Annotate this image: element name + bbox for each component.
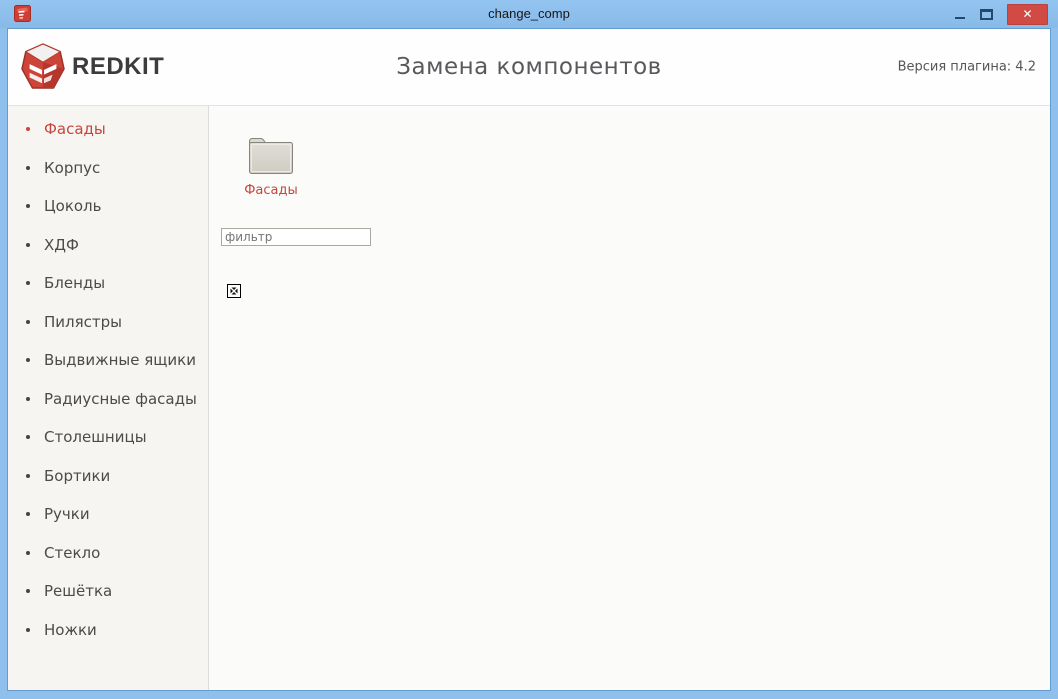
category-sidebar: Фасады Корпус Цоколь ХДФ Бленды Пилястры… bbox=[8, 106, 209, 690]
maximize-icon bbox=[980, 9, 993, 20]
window-title: change_comp bbox=[0, 0, 1058, 28]
sidebar-item-blendy[interactable]: Бленды bbox=[8, 264, 208, 303]
maximize-button[interactable] bbox=[973, 3, 999, 25]
sidebar-item-bortiki[interactable]: Бортики bbox=[8, 457, 208, 496]
bullet-icon bbox=[26, 358, 30, 362]
sidebar-item-fasady[interactable]: Фасады bbox=[8, 110, 208, 149]
bullet-icon bbox=[26, 551, 30, 555]
bullet-icon bbox=[26, 127, 30, 131]
minimize-icon bbox=[955, 17, 965, 19]
app-window: change_comp ✕ REDKIT Замен bbox=[0, 0, 1058, 699]
bullet-icon bbox=[26, 243, 30, 247]
sidebar-item-nozhki[interactable]: Ножки bbox=[8, 611, 208, 650]
main-panel: Фасады bbox=[209, 106, 1050, 690]
sidebar-item-radiusnye-fasady[interactable]: Радиусные фасады bbox=[8, 380, 208, 419]
bullet-icon bbox=[26, 435, 30, 439]
sidebar-item-vydvizhnye-yashchiki[interactable]: Выдвижные ящики bbox=[8, 341, 208, 380]
broken-image-icon bbox=[227, 284, 241, 298]
bullet-icon bbox=[26, 589, 30, 593]
sidebar-item-reshetka[interactable]: Решётка bbox=[8, 572, 208, 611]
sidebar-item-pilyastry[interactable]: Пилястры bbox=[8, 303, 208, 342]
bullet-icon bbox=[26, 512, 30, 516]
bullet-icon bbox=[26, 166, 30, 170]
bullet-icon bbox=[26, 281, 30, 285]
bullet-icon bbox=[26, 474, 30, 478]
close-icon: ✕ bbox=[1022, 7, 1032, 21]
sidebar-item-ruchki[interactable]: Ручки bbox=[8, 495, 208, 534]
folder-label: Фасады bbox=[244, 183, 298, 198]
minimize-button[interactable] bbox=[947, 3, 973, 25]
bullet-icon bbox=[26, 204, 30, 208]
close-button[interactable]: ✕ bbox=[1007, 4, 1048, 25]
app-body: Фасады Корпус Цоколь ХДФ Бленды Пилястры… bbox=[8, 106, 1050, 690]
plugin-version-label: Версия плагина: 4.2 bbox=[898, 60, 1036, 75]
folder-icon bbox=[247, 134, 295, 176]
titlebar[interactable]: change_comp ✕ bbox=[0, 0, 1058, 28]
window-content: REDKIT Замена компонентов Версия плагина… bbox=[7, 28, 1051, 691]
sidebar-item-steklo[interactable]: Стекло bbox=[8, 534, 208, 573]
bullet-icon bbox=[26, 320, 30, 324]
sidebar-item-hdf[interactable]: ХДФ bbox=[8, 226, 208, 265]
page-title: Замена компонентов bbox=[8, 54, 1050, 80]
bullet-icon bbox=[26, 628, 30, 632]
category-list: Фасады Корпус Цоколь ХДФ Бленды Пилястры… bbox=[8, 110, 208, 649]
sidebar-item-tsokol[interactable]: Цоколь bbox=[8, 187, 208, 226]
folder-item-fasady[interactable]: Фасады bbox=[246, 134, 296, 198]
app-header: REDKIT Замена компонентов Версия плагина… bbox=[8, 29, 1050, 106]
sidebar-item-stoleshnitsy[interactable]: Столешницы bbox=[8, 418, 208, 457]
filter-input[interactable] bbox=[221, 228, 371, 246]
bullet-icon bbox=[26, 397, 30, 401]
window-controls: ✕ bbox=[947, 0, 1048, 28]
sidebar-item-korpus[interactable]: Корпус bbox=[8, 149, 208, 188]
